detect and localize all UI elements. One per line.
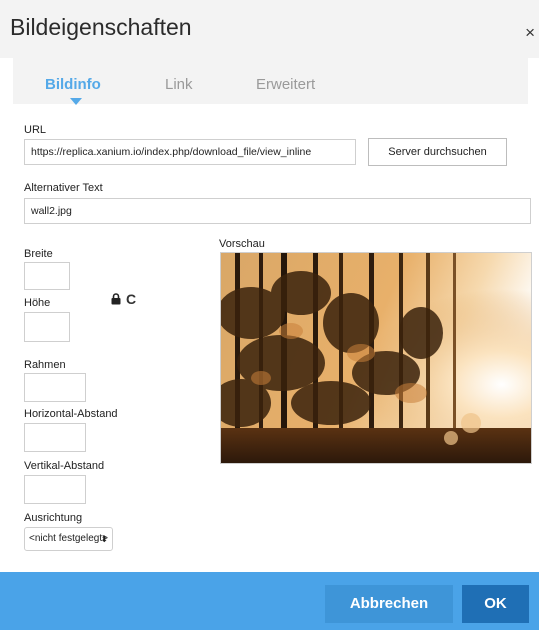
tab-bar: Bildinfo Link Erweitert xyxy=(13,58,528,104)
align-label: Ausrichtung xyxy=(24,512,83,524)
reset-icon[interactable]: C xyxy=(126,291,136,307)
tab-bildinfo[interactable]: Bildinfo xyxy=(45,76,101,93)
image-properties-dialog: Bildeigenschaften × Bildinfo Link Erweit… xyxy=(0,0,539,630)
align-select-value: <nicht festgelegt> xyxy=(29,533,108,544)
width-input[interactable] xyxy=(24,262,70,290)
preview-label: Vorschau xyxy=(219,238,265,250)
border-input[interactable] xyxy=(24,373,86,402)
lock-icon[interactable] xyxy=(111,293,121,305)
dialog-titlebar: Bildeigenschaften × xyxy=(0,0,539,58)
image-preview xyxy=(220,252,532,464)
hspace-label: Horizontal-Abstand xyxy=(24,408,118,420)
tab-erweitert[interactable]: Erweitert xyxy=(256,76,315,93)
height-input[interactable] xyxy=(24,312,70,342)
alt-text-input[interactable]: wall2.jpg xyxy=(24,198,531,224)
url-label: URL xyxy=(24,124,47,136)
alt-text-label: Alternativer Text xyxy=(24,182,103,194)
dialog-footer xyxy=(0,572,539,630)
ok-button[interactable]: OK xyxy=(462,585,529,623)
browse-server-button[interactable]: Server durchsuchen xyxy=(368,138,507,166)
vspace-input[interactable] xyxy=(24,475,86,504)
chevron-updown-icon: ⬍ xyxy=(100,534,108,544)
tab-link[interactable]: Link xyxy=(165,76,193,93)
height-label: Höhe xyxy=(24,297,51,309)
url-input[interactable]: https://replica.xanium.io/index.php/down… xyxy=(24,139,356,165)
border-label: Rahmen xyxy=(24,359,66,371)
cancel-button[interactable]: Abbrechen xyxy=(325,585,453,623)
align-select[interactable]: <nicht festgelegt> ⬍ xyxy=(24,527,113,551)
width-label: Breite xyxy=(24,248,53,260)
active-tab-indicator xyxy=(70,98,82,105)
hspace-input[interactable] xyxy=(24,423,86,452)
dialog-title: Bildeigenschaften xyxy=(10,14,192,40)
forest-photo xyxy=(221,253,531,463)
close-icon[interactable]: × xyxy=(525,24,535,41)
vspace-label: Vertikal-Abstand xyxy=(24,460,105,472)
